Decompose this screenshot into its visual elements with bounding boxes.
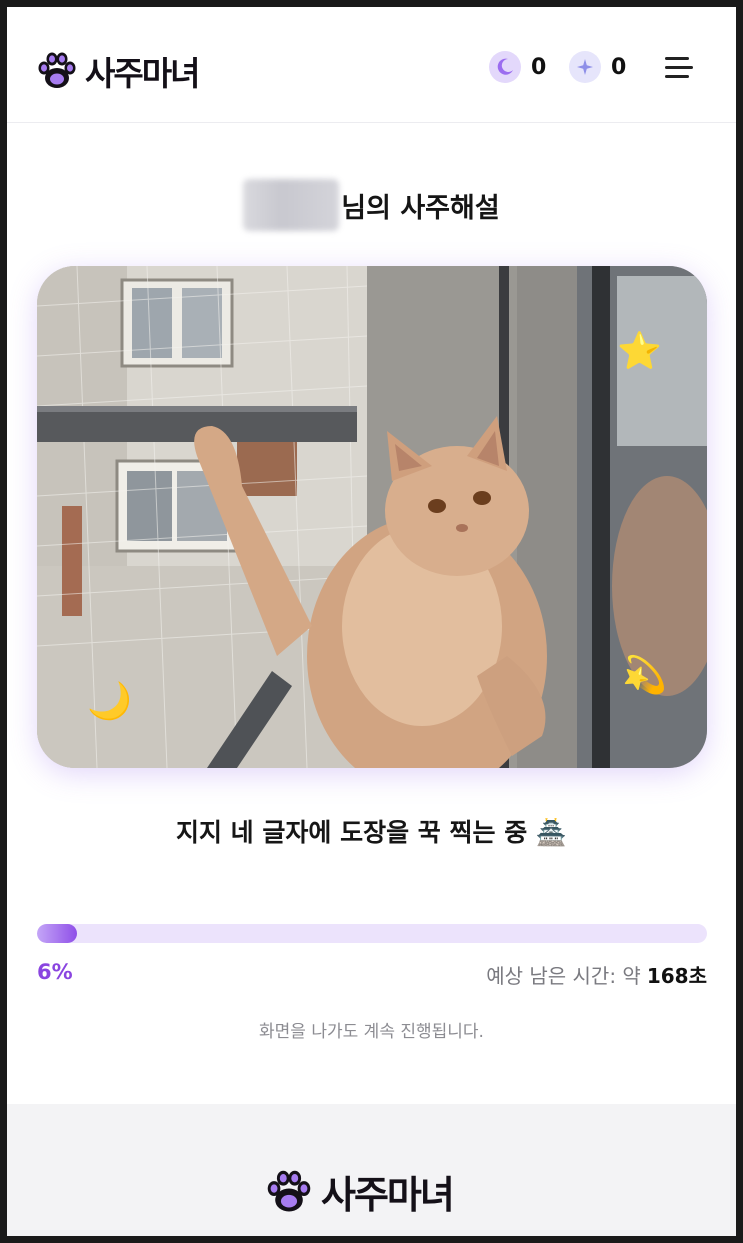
- dizzy-star-icon: 💫: [622, 655, 667, 696]
- star-coin-count: 0: [611, 54, 627, 80]
- fortune-loading-image: 🌙 ⭐ 💫: [37, 266, 707, 768]
- hamburger-menu-icon[interactable]: [665, 57, 695, 81]
- paw-logo-icon: [38, 52, 76, 88]
- gold-star-icon: ⭐: [617, 331, 662, 372]
- star-coin-balance[interactable]: 0: [569, 51, 626, 83]
- progress-bar-fill: [37, 924, 78, 943]
- background-progress-note: 화면을 나가도 계속 진행됩니다.: [259, 1022, 484, 1042]
- moon-coin-icon: [489, 51, 521, 83]
- progress-percent: 6%: [37, 960, 73, 984]
- page-title: 님의 사주해설: [7, 177, 736, 233]
- eta-label: 예상 남은 시간: 약: [486, 964, 641, 988]
- logo-text: 사주마녀: [85, 54, 200, 93]
- moon-coin-count: 0: [531, 54, 547, 80]
- footer-logo-text: 사주마녀: [321, 1173, 455, 1217]
- progress-bar: [37, 924, 707, 943]
- blurred-user-name: [243, 179, 340, 231]
- paw-logo-icon: [267, 1170, 311, 1212]
- page-title-text: 님의 사주해설: [341, 192, 500, 224]
- app-frame: 사주마녀 0 0 님의 사주해설 🌙 ⭐ 💫 지지 네 글자에 도장을 꾹 찍는…: [7, 7, 736, 1236]
- loading-status-text: 지지 네 글자에 도장을 꾹 찍는 중 🏯: [175, 818, 568, 847]
- estimated-time-remaining: 예상 남은 시간: 약 168초: [486, 960, 707, 989]
- top-header: 사주마녀 0 0: [7, 7, 736, 123]
- footer-brand-logo[interactable]: 사주마녀: [263, 1164, 455, 1219]
- moon-coin-balance[interactable]: 0: [489, 51, 546, 83]
- cat-photo: [37, 266, 707, 768]
- crescent-moon-icon: 🌙: [87, 681, 132, 722]
- brand-logo[interactable]: 사주마녀: [35, 47, 200, 95]
- eta-value: 168초: [646, 964, 707, 988]
- page-footer: 사주마녀: [7, 1104, 736, 1236]
- sparkle-coin-icon: [569, 51, 601, 83]
